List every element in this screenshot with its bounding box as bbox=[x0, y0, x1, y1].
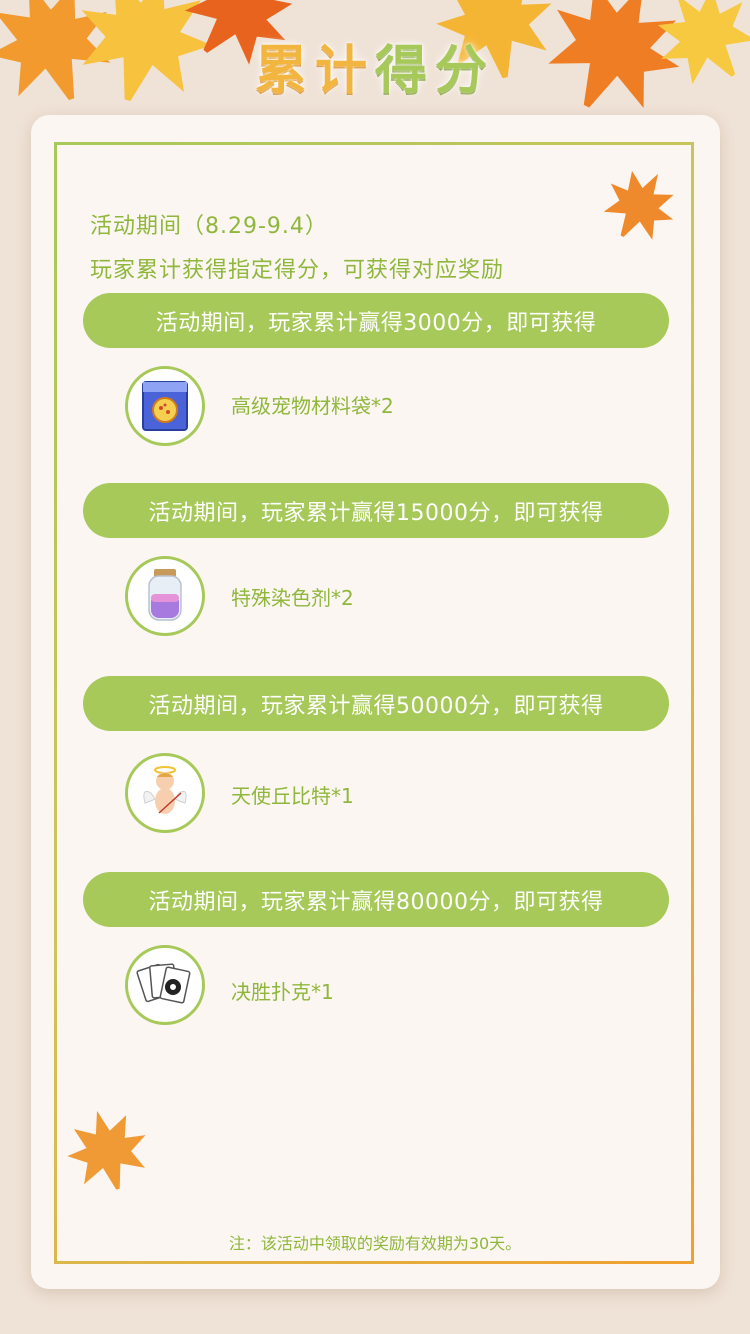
reward-label: 决胜扑克*1 bbox=[231, 980, 334, 1004]
page-title: 累计得分 bbox=[254, 41, 496, 101]
footer-note: 注：该活动中领取的奖励有效期为30天。 bbox=[228, 1234, 522, 1253]
cupid-icon bbox=[125, 753, 205, 833]
material-bag-icon bbox=[125, 366, 205, 446]
reward-label: 天使丘比特*1 bbox=[231, 784, 354, 808]
reward-label: 高级宠物材料袋*2 bbox=[231, 394, 394, 418]
activity-period: 活动期间（8.29-9.4） bbox=[90, 214, 328, 239]
dye-jar-icon bbox=[125, 556, 205, 636]
reward-label: 特殊染色剂*2 bbox=[231, 586, 354, 610]
tier-requirement: 活动期间，玩家累计赢得80000分，即可获得 bbox=[83, 872, 669, 927]
poker-cards-icon bbox=[125, 945, 205, 1025]
tier-requirement: 活动期间，玩家累计赢得3000分，即可获得 bbox=[83, 293, 669, 348]
activity-description: 玩家累计获得指定得分，可获得对应奖励 bbox=[90, 258, 505, 283]
tier-requirement: 活动期间，玩家累计赢得50000分，即可获得 bbox=[83, 676, 669, 731]
tier-requirement: 活动期间，玩家累计赢得15000分，即可获得 bbox=[83, 483, 669, 538]
